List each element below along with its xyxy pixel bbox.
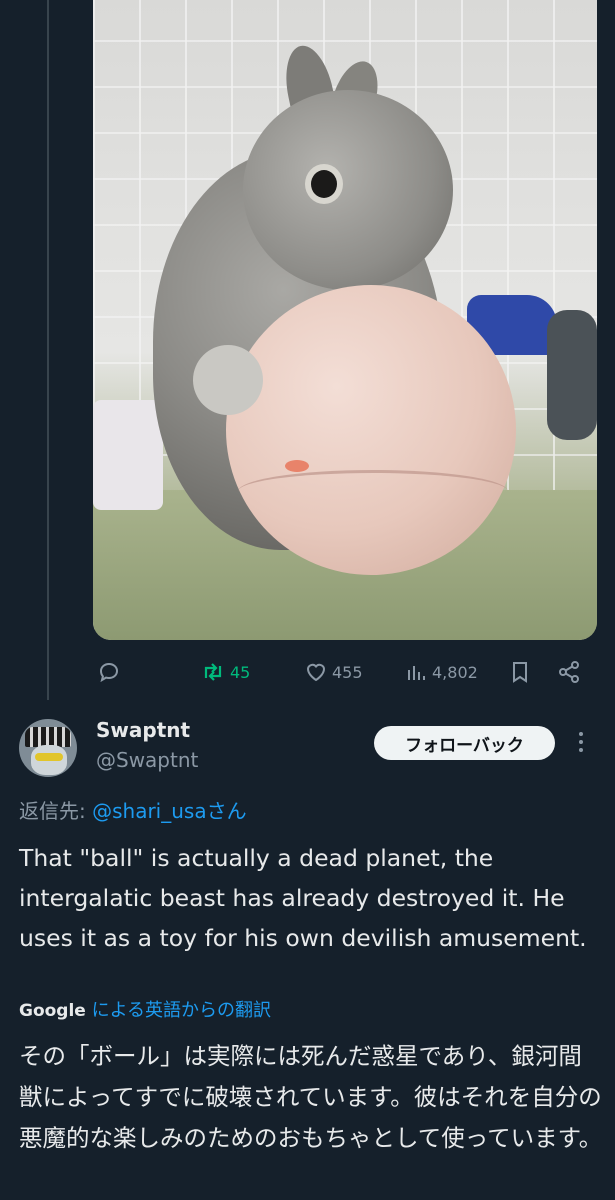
view-count: 4,802 xyxy=(432,662,478,682)
avatar-hat xyxy=(25,727,71,747)
heart-icon xyxy=(306,663,326,682)
reply-display-name[interactable]: Swaptnt xyxy=(96,718,190,742)
translation-link[interactable]: による英語からの翻訳 xyxy=(92,1000,271,1021)
thread-line xyxy=(47,0,49,700)
rabbit-eye xyxy=(311,170,337,198)
blanket xyxy=(93,400,163,510)
views-chart-icon xyxy=(408,666,425,680)
translated-text: その「ボール」は実際には死んだ惑星であり、銀河間獣によってすでに破壊されています… xyxy=(19,1042,603,1152)
follow-back-button[interactable]: フォローバック xyxy=(374,726,555,760)
reply-icon xyxy=(99,662,119,683)
avatar-glasses xyxy=(35,753,63,761)
ball-spot xyxy=(285,460,309,472)
share-button[interactable] xyxy=(557,655,581,689)
rabbit-paw xyxy=(193,345,263,415)
avatar[interactable] xyxy=(19,719,77,777)
plush-ball xyxy=(226,285,516,575)
reply-handle[interactable]: @Swaptnt xyxy=(96,748,198,772)
retweet-button[interactable]: 45 xyxy=(200,655,250,689)
replying-prefix: 返信先: xyxy=(19,799,93,823)
views-button[interactable]: 4,802 xyxy=(406,655,478,689)
post-photo[interactable] xyxy=(93,0,597,640)
ball-seam xyxy=(238,470,508,513)
retweet-icon xyxy=(204,663,222,681)
replying-mention-link[interactable]: @shari_usaさん xyxy=(92,799,246,823)
bookmark-button[interactable] xyxy=(509,655,531,689)
figure-toy xyxy=(547,310,597,440)
post-action-bar: 45 455 4,802 xyxy=(93,655,593,689)
google-logo: Google xyxy=(19,1001,86,1021)
rabbit-head xyxy=(243,90,453,290)
reply-button[interactable] xyxy=(97,655,125,689)
reply-text: That "ball" is actually a dead planet, t… xyxy=(19,844,587,952)
translation-attribution: Google による英語からの翻訳 xyxy=(19,996,271,1022)
like-button[interactable]: 455 xyxy=(304,655,363,689)
bookmark-icon xyxy=(513,662,527,683)
share-icon xyxy=(559,661,579,683)
replying-to: 返信先: @shari_usaさん xyxy=(19,795,247,824)
more-options-icon[interactable] xyxy=(571,728,591,758)
like-count: 455 xyxy=(332,662,363,682)
retweet-count: 45 xyxy=(230,662,251,682)
